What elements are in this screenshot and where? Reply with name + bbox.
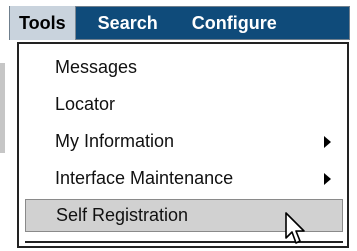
mouse-pointer-icon bbox=[285, 212, 305, 244]
menu-item-label: Self Registration bbox=[56, 205, 189, 225]
menubar-search[interactable]: Search bbox=[76, 6, 158, 40]
submenu-arrow-icon bbox=[324, 136, 331, 148]
submenu-arrow-icon bbox=[324, 173, 331, 185]
top-menubar: Tools Search Configure bbox=[9, 6, 350, 40]
menu-item-label: Messages bbox=[55, 57, 138, 77]
menu-item-interface-maintenance[interactable]: Interface Maintenance bbox=[25, 162, 343, 195]
menubar-tools[interactable]: Tools bbox=[10, 6, 76, 40]
left-edge-accent bbox=[0, 63, 5, 153]
menu-item-messages[interactable]: Messages bbox=[25, 51, 343, 84]
menu-item-my-information[interactable]: My Information bbox=[25, 125, 343, 158]
menu-item-locator[interactable]: Locator bbox=[25, 88, 343, 121]
menu-item-label: My Information bbox=[55, 131, 175, 151]
menu-item-label: Locator bbox=[55, 94, 116, 114]
screenshot-stage: Tools Search Configure Messages Locator … bbox=[0, 0, 357, 251]
menu-item-label: Interface Maintenance bbox=[55, 168, 234, 188]
menubar-configure[interactable]: Configure bbox=[158, 6, 277, 40]
